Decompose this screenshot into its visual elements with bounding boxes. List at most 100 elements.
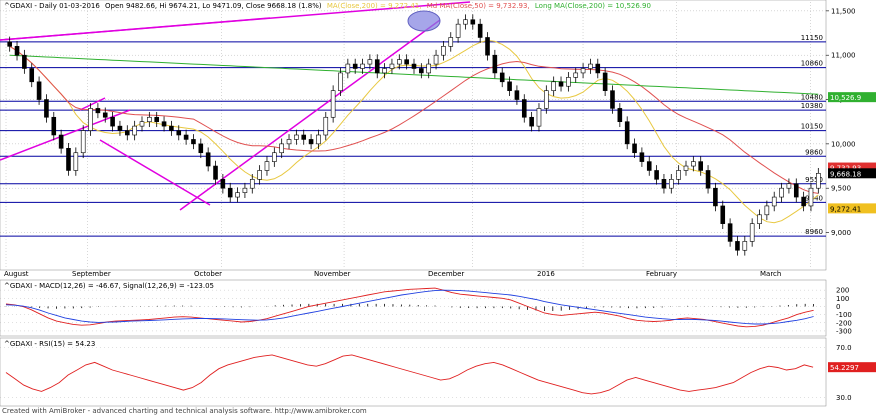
candle-body: [749, 223, 755, 242]
candle-body: [213, 165, 218, 180]
candle-body: [411, 63, 417, 69]
candle-body: [44, 99, 49, 118]
candle-body: [558, 81, 564, 87]
candle-body: [323, 116, 329, 136]
x-axis-label: March: [760, 270, 781, 278]
candle-body: [588, 63, 593, 69]
price-header: ^GDAXI - Daily 01-03-2016 Open 9482.66, …: [4, 2, 651, 10]
candle-body: [448, 37, 454, 47]
candle-body: [617, 108, 623, 123]
candle-body: [793, 183, 799, 198]
x-axis-label: December: [428, 270, 464, 278]
price-badge-label: 10,526.9: [830, 94, 861, 102]
candle-body: [249, 179, 255, 189]
level-label: 10150: [801, 123, 823, 131]
candle-body: [816, 173, 821, 189]
candle-body: [646, 161, 652, 171]
candle-body: [205, 152, 211, 167]
candle-body: [691, 161, 696, 167]
x-axis-label: August: [4, 270, 29, 278]
candle-body: [580, 68, 586, 74]
candle-body: [14, 46, 20, 56]
candle-body: [117, 125, 123, 131]
candle-body: [102, 112, 108, 118]
candle-body: [624, 121, 630, 145]
level-label: 11150: [801, 34, 823, 42]
candle-body: [235, 192, 240, 198]
candle-body: [198, 143, 204, 154]
candle-body: [757, 214, 762, 224]
candle-body: [404, 59, 409, 65]
candle-body: [566, 77, 571, 87]
level-label: 10860: [801, 60, 823, 68]
level-label: 8960: [805, 228, 823, 236]
candle-body: [176, 130, 182, 136]
candle-body: [227, 187, 233, 198]
candle-body: [485, 37, 490, 56]
rsi-tick-label: 30.0: [836, 394, 852, 402]
candle-body: [139, 121, 145, 127]
candle-body: [169, 125, 174, 131]
macd-title: ^GDAXI - MACD(12,26) = -46.67, Signal(12…: [4, 282, 214, 290]
candle-body: [727, 223, 733, 242]
candle-body: [654, 170, 659, 180]
candle-body: [124, 130, 130, 136]
header-ohlc: Open 9482.66, Hi 9674.21, Lo 9471.09, Cl…: [105, 2, 322, 10]
candle-body: [720, 205, 726, 224]
candle-body: [668, 179, 674, 189]
header-ma: MA(Close,200) = 9,272.41,: [327, 2, 422, 10]
candle-body: [419, 68, 424, 74]
candle-body: [345, 63, 351, 74]
macd-tick-label: 200: [836, 287, 849, 295]
price-y-axis: 9,0009,50010,00010,50011,00011,500: [826, 7, 856, 237]
candle-body: [632, 143, 637, 154]
candle-body: [183, 134, 189, 140]
x-axis-label: February: [646, 270, 677, 278]
candle-body: [29, 68, 35, 83]
header-symbol: ^GDAXI - Daily 01-03-2016: [4, 2, 100, 10]
candle-body: [374, 59, 380, 74]
candle-body: [191, 139, 196, 145]
stock-chart: 1115010860104801038010150986095509340896…: [0, 0, 876, 415]
x-axis-labels: August September October November December 20…: [4, 270, 781, 278]
candle-body: [661, 179, 667, 189]
price-badge-label: 9,272.41: [830, 205, 861, 213]
candle-body: [51, 116, 57, 136]
candle-body: [521, 99, 527, 118]
candle-body: [779, 187, 784, 198]
candle-body: [95, 108, 101, 114]
x-axis-label: September: [72, 270, 111, 278]
candle-body: [529, 116, 534, 127]
price-badges: 10,526.99,732.939,668.189,272.41: [828, 92, 876, 214]
candle-body: [382, 68, 387, 74]
candle-body: [551, 81, 556, 91]
candle-body: [610, 90, 615, 109]
level-label: 9860: [805, 148, 823, 156]
candle-body: [161, 121, 167, 127]
candle-body: [808, 187, 814, 207]
candle-body: [58, 134, 64, 149]
candle-body: [801, 196, 806, 207]
macd-tick-label: -100: [836, 311, 852, 319]
candle-body: [713, 187, 718, 207]
candle-body: [514, 90, 520, 100]
candle-body: [338, 72, 343, 91]
y-tick-label: 11,000: [831, 52, 856, 60]
header-md: Md MA(Close,50) = 9,732.93,: [427, 2, 530, 10]
candle-body: [360, 63, 365, 69]
price-badge-label: 9,668.18: [830, 170, 861, 178]
level-label: 10480: [801, 93, 823, 101]
candle-body: [396, 59, 402, 65]
level-label: 10380: [801, 102, 823, 110]
candle-body: [602, 72, 608, 91]
candle-body: [73, 152, 79, 171]
candle-body: [676, 170, 681, 180]
candle-body: [455, 23, 461, 38]
candle-body: [536, 108, 542, 127]
candle-body: [308, 139, 314, 145]
candle-body: [272, 152, 277, 162]
candle-body: [367, 59, 373, 65]
candle-body: [279, 143, 284, 154]
candle-body: [499, 72, 505, 83]
rsi-badge-label: 54.2297: [830, 364, 859, 372]
